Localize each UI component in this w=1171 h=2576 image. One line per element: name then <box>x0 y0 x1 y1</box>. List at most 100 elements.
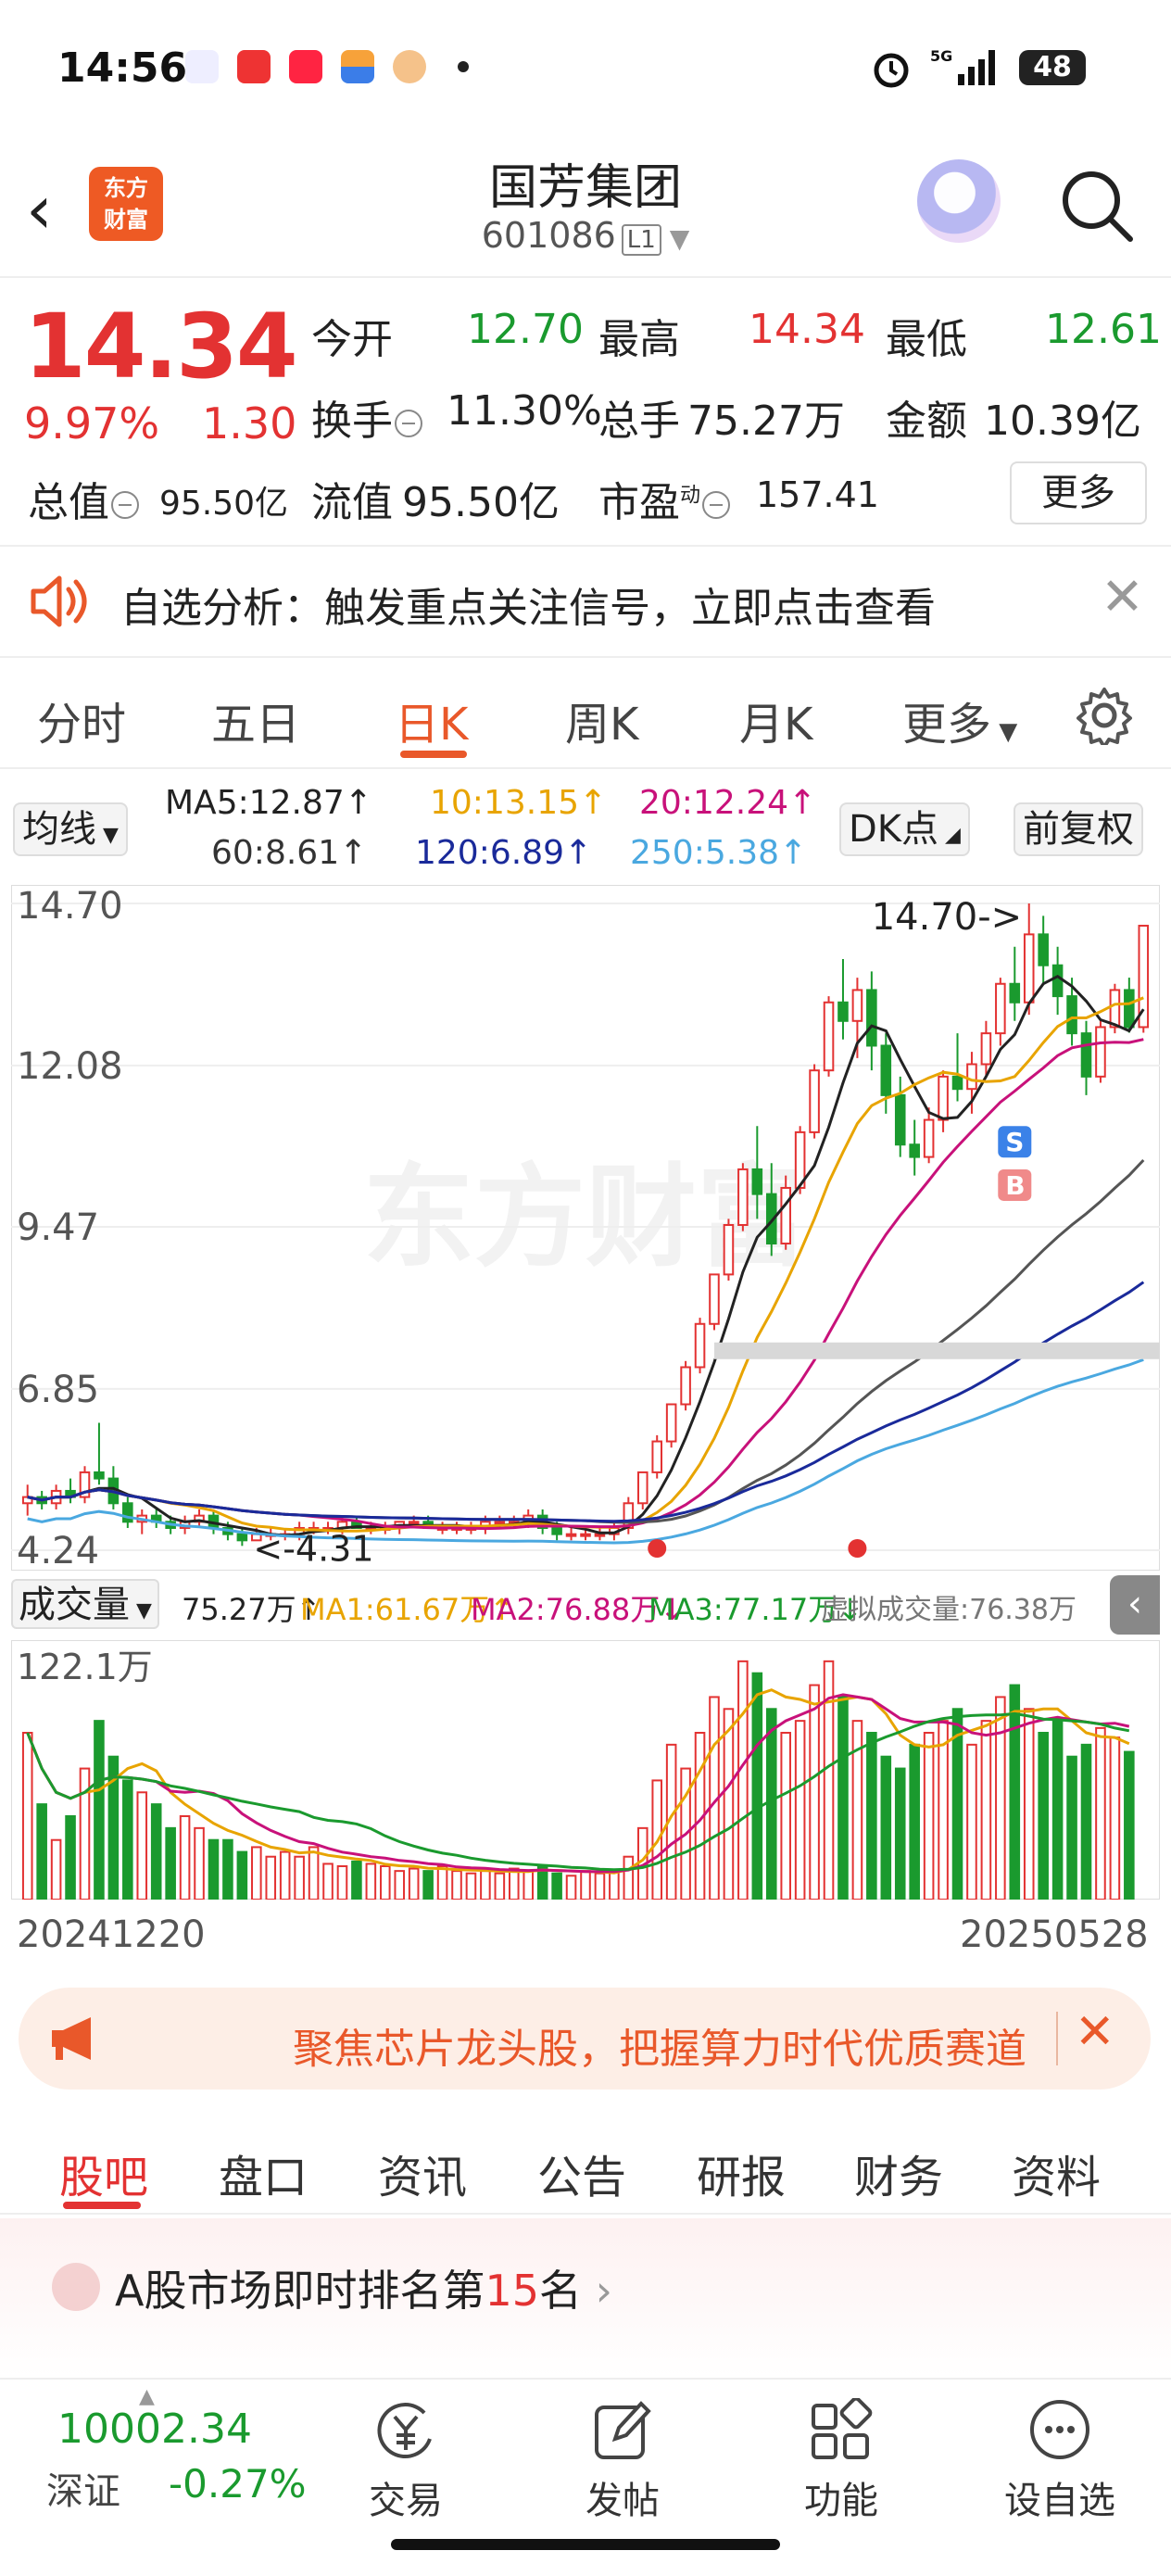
last-price: 14.34 <box>24 295 298 398</box>
tab-profile[interactable]: 资料 <box>1012 2140 1101 2205</box>
battery-icon: 48 <box>1019 50 1086 85</box>
candle-body <box>809 1069 820 1133</box>
tab-weekly-k[interactable]: 周K <box>565 688 638 752</box>
gear-icon[interactable] <box>1075 686 1134 745</box>
volume-bar <box>880 1755 892 1900</box>
candle-body <box>951 1075 963 1091</box>
tab-five-day[interactable]: 五日 <box>211 688 300 752</box>
volume-bar <box>1038 1732 1049 1900</box>
tab-pankou[interactable]: 盘口 <box>219 2140 308 2205</box>
functions-button[interactable]: 功能 <box>767 2398 915 2524</box>
tab-news[interactable]: 资讯 <box>378 2140 467 2205</box>
market-rank-card[interactable]: A股市场即时排名第15名 › <box>0 2218 1171 2376</box>
volume-bar <box>21 1732 33 1900</box>
tab-intraday[interactable]: 分时 <box>37 688 126 752</box>
volume-bar <box>194 1826 205 1900</box>
float-label: 流值 <box>311 479 393 526</box>
volume-bar <box>580 1870 591 1900</box>
volume-bar <box>809 1684 820 1900</box>
candle-body <box>494 1521 506 1525</box>
stock-code-text: 601086 <box>481 215 616 256</box>
volume-bar <box>380 1865 391 1900</box>
pe-dynamic-sup: 动 <box>680 484 701 508</box>
ma5-label: MA5:12.87↑ <box>165 784 372 822</box>
y-tick-label: 6.85 <box>17 1369 99 1411</box>
content-tabs: 股吧 盘口 资讯 公告 研报 财务 资料 <box>0 2113 1171 2215</box>
low-value: 12.61 <box>1045 306 1162 353</box>
info-icon[interactable] <box>702 491 731 519</box>
trade-button[interactable]: 交易 <box>332 2398 480 2524</box>
dropdown-icon: ▼ <box>991 718 1018 746</box>
volume-bar <box>65 1815 76 1900</box>
add-watchlist-button[interactable]: 设自选 <box>986 2398 1134 2524</box>
candle-body <box>1038 933 1049 966</box>
indicator-selector[interactable]: 均线 ▼ <box>13 802 128 856</box>
alert-bar[interactable]: 自选分析：触发重点关注信号，立即点击查看 ✕ <box>0 547 1171 658</box>
dk-point-selector[interactable]: DK点 ◢ <box>839 802 970 856</box>
candle-body <box>665 1403 677 1443</box>
pe-value: 157.41 <box>756 474 879 515</box>
svg-text:5G: 5G <box>930 47 952 65</box>
promo-banner[interactable]: 聚焦芯片龙头股，把握算力时代优质赛道 ✕ <box>19 1988 1151 2090</box>
candle-body <box>709 1273 720 1325</box>
speaker-icon <box>31 575 87 627</box>
more-button[interactable]: 更多 <box>1010 461 1147 524</box>
volume-bar <box>480 1870 491 1900</box>
collapse-panel-button[interactable]: ‹ <box>1110 1575 1160 1635</box>
megaphone-icon <box>52 2017 91 2060</box>
info-icon[interactable] <box>111 491 139 519</box>
post-label: 发帖 <box>586 2480 660 2522</box>
close-icon[interactable]: ✕ <box>1101 567 1144 627</box>
candle-body <box>966 1063 977 1091</box>
tab-guba[interactable]: 股吧 <box>59 2140 148 2205</box>
adjust-selector[interactable]: 前复权 <box>1014 802 1143 856</box>
tab-more[interactable]: 更多 ▼ <box>902 688 1017 752</box>
trade-icon <box>377 2403 432 2459</box>
volume-bar <box>508 1867 520 1900</box>
volume-bar <box>179 1815 191 1900</box>
dk-point-label: DK点 <box>849 808 939 851</box>
tab-monthly-k[interactable]: 月K <box>739 688 812 752</box>
candle-body <box>938 1075 949 1121</box>
alert-text: 自选分析：触发重点关注信号，立即点击查看 <box>120 585 936 632</box>
tab-daily-k[interactable]: 日K <box>395 688 468 752</box>
candle-body <box>866 989 877 1047</box>
buy-signal-label: B <box>1005 1170 1025 1201</box>
candle-body <box>780 1186 791 1245</box>
banner-text: 聚焦芯片龙头股，把握算力时代优质赛道 <box>293 2026 1026 2073</box>
candle-body <box>923 1118 935 1158</box>
kline-chart[interactable]: 东方财富 14.7012.089.476.854.24 14.70-><-4.3… <box>11 885 1160 1571</box>
corner-arrow-icon: ◢ <box>938 824 961 847</box>
assistant-robot-avatar[interactable] <box>917 159 1001 243</box>
search-icon[interactable] <box>1056 165 1136 245</box>
volume-bar <box>995 1696 1006 1900</box>
info-icon[interactable] <box>395 410 422 437</box>
volume-bar <box>236 1850 248 1900</box>
divider <box>1056 2012 1058 2065</box>
tab-finance[interactable]: 财务 <box>854 2140 943 2205</box>
volume-bar <box>923 1732 935 1900</box>
y-tick-label: 12.08 <box>17 1045 123 1088</box>
close-icon[interactable]: ✕ <box>1075 2004 1115 2060</box>
trade-label: 交易 <box>369 2480 443 2522</box>
rank-text: A股市场即时排名第15名 › <box>115 2257 612 2318</box>
volume-selector[interactable]: 成交量 ▼ <box>11 1579 159 1629</box>
volume-bar <box>623 1855 635 1900</box>
volume-chart[interactable]: 122.1万 <box>11 1640 1160 1900</box>
ma60-label: 60:8.61↑ <box>211 834 368 872</box>
change-percent: 9.97% <box>24 398 160 448</box>
tab-research[interactable]: 研报 <box>697 2140 786 2205</box>
candle-body <box>1066 995 1077 1035</box>
tab-announcements[interactable]: 公告 <box>537 2140 626 2205</box>
candle-body <box>694 1322 706 1369</box>
event-dot <box>648 1539 667 1558</box>
xiaohongshu-notification-icon <box>289 50 322 83</box>
chevron-right-icon: › <box>582 2266 613 2316</box>
min-price-annotation: <-4.31 <box>253 1528 373 1569</box>
volume-bar <box>894 1767 906 1900</box>
post-button[interactable]: 发帖 <box>548 2398 697 2524</box>
virtual-volume: 虚拟成交量:76.38万 <box>821 1594 1077 1626</box>
index-value[interactable]: 10002.34 <box>57 2406 252 2453</box>
index-name: 深证 <box>46 2470 120 2513</box>
candle-body <box>94 1471 105 1480</box>
